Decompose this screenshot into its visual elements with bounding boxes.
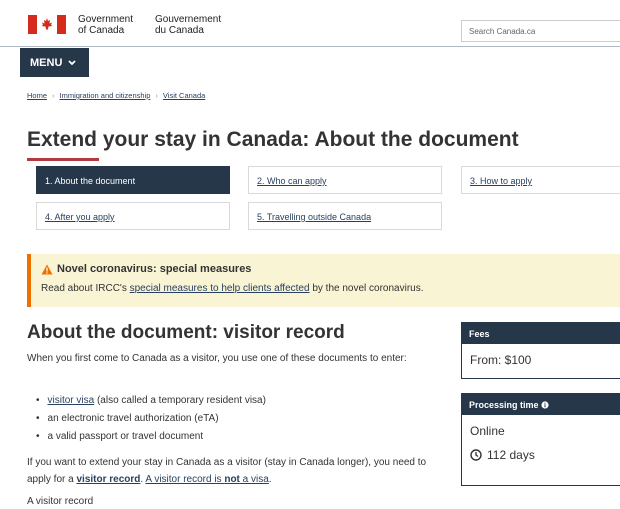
breadcrumb-visit-canada[interactable]: Visit Canada [163, 91, 205, 100]
covid-alert: Novel coronavirus: special measures Read… [27, 254, 620, 307]
tab-travelling-outside[interactable]: 5. Travelling outside Canada [248, 202, 442, 230]
clock-icon [470, 449, 482, 461]
signature-english: Government of Canada [78, 14, 134, 36]
extend-paragraph: If you want to extend your stay in Canad… [27, 457, 427, 485]
processing-time-panel: Processing time Online 112 days [461, 393, 620, 486]
breadcrumb-immigration[interactable]: Immigration and citizenship [60, 91, 151, 100]
breadcrumb: Home › Immigration and citizenship › Visit C… [27, 91, 206, 100]
visitor-visa-link[interactable]: visitor visa [48, 395, 95, 406]
breadcrumb-home[interactable]: Home [27, 91, 47, 100]
signature-french: Gouvernement du Canada [155, 14, 222, 36]
intro-paragraph: When you first come to Canada as a visit… [27, 353, 407, 364]
processing-duration-row: 112 days [470, 448, 620, 462]
alert-heading: Novel coronavirus: special measures [41, 263, 610, 275]
tab-how-to-apply[interactable]: 3. How to apply [461, 166, 620, 194]
menu-button[interactable]: MENU [20, 48, 89, 77]
list-item: visitor visa (also called a temporary re… [36, 395, 266, 406]
list-item: an electronic travel authorization (eTA) [36, 413, 219, 424]
warning-icon [41, 264, 53, 274]
visitor-record-link[interactable]: visitor record [76, 474, 140, 485]
chevron-down-icon [68, 59, 77, 65]
not-a-visa-link[interactable]: A visitor record is not a visa [145, 474, 268, 485]
info-icon[interactable] [540, 400, 549, 409]
processing-panel-title: Processing time [462, 394, 620, 415]
tab-who-can-apply[interactable]: 2. Who can apply [248, 166, 442, 194]
canada-flag-logo[interactable] [28, 15, 66, 34]
site-header: Government of Canada Gouvernement du Can… [0, 0, 620, 48]
page-title: Extend your stay in Canada: About the do… [27, 128, 519, 151]
fees-panel: Fees From: $100 [461, 322, 620, 379]
fees-panel-title: Fees [462, 323, 620, 344]
alert-text: Read about IRCC's special measures to he… [41, 283, 424, 294]
maple-leaf-icon [41, 18, 53, 30]
tab-after-you-apply[interactable]: 4. After you apply [36, 202, 230, 230]
visitor-record-text: A visitor record [27, 496, 94, 507]
search-input[interactable]: Search Canada.ca [461, 20, 620, 42]
special-measures-link[interactable]: special measures to help clients affecte… [130, 283, 310, 294]
fees-value: From: $100 [470, 353, 532, 367]
section-heading: About the document: visitor record [27, 322, 345, 343]
tab-about-document[interactable]: 1. About the document [36, 166, 230, 194]
list-item: a valid passport or travel document [36, 431, 204, 442]
processing-mode: Online [470, 424, 505, 438]
header-divider [0, 46, 620, 47]
processing-duration: 112 days [487, 448, 535, 462]
title-underline [27, 158, 99, 161]
